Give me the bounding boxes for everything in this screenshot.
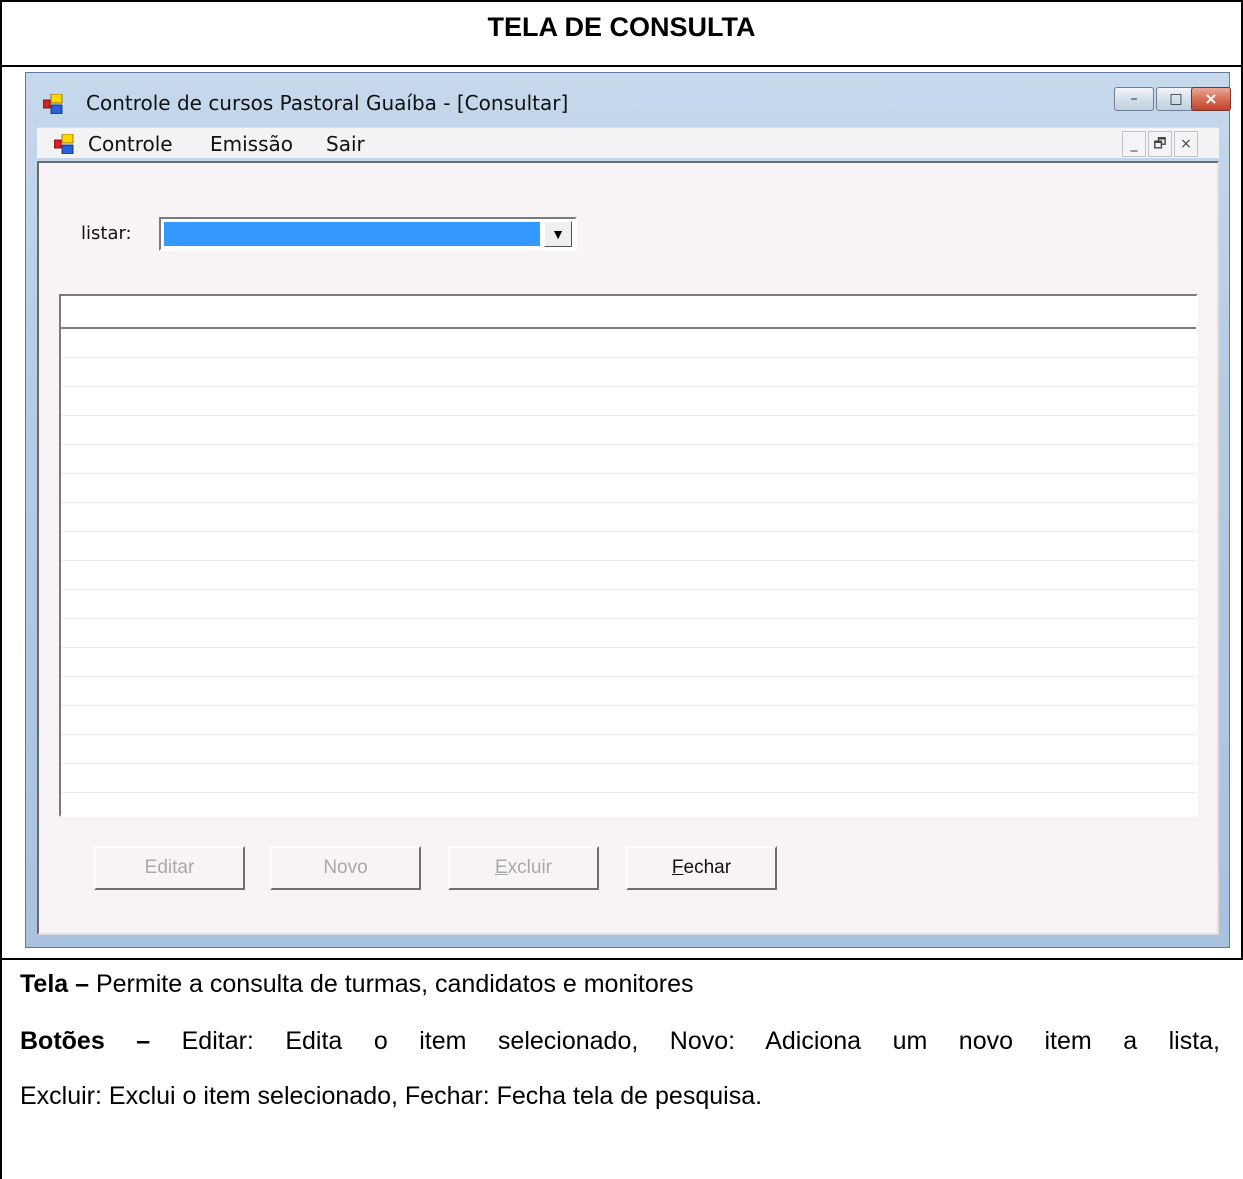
title-divider	[0, 65, 1243, 67]
window-title: Controle de cursos Pastoral Guaíba - [Co…	[86, 91, 569, 115]
botoes-description-label: Botões –	[20, 1027, 151, 1055]
listar-selected-value	[164, 222, 540, 246]
botoes-description-text: Editar: Edita o item selecionado, Novo: …	[150, 1027, 1220, 1055]
listar-combobox[interactable]: ▼	[159, 217, 577, 251]
menu-bar: Controle Emissão Sair _ 🗗 ×	[37, 127, 1219, 158]
botoes-description: Botões – Editar: Edita o item selecionad…	[20, 1027, 1220, 1056]
maximize-icon: □	[1169, 91, 1183, 107]
close-icon: ×	[1204, 89, 1218, 108]
editar-button[interactable]: Editar	[94, 846, 245, 890]
grid-body[interactable]	[61, 329, 1196, 815]
mdi-child-icon[interactable]	[54, 134, 74, 154]
app-icon	[43, 94, 63, 114]
application-window: Controle de cursos Pastoral Guaíba - [Co…	[25, 72, 1231, 948]
document-title: TELA DE CONSULTA	[487, 12, 756, 42]
mdi-restore-button[interactable]: 🗗	[1148, 131, 1172, 157]
window-minimize-button[interactable]: –	[1114, 87, 1154, 111]
consultar-form: listar: ▼ Editar Novo Excluir Fechar	[37, 161, 1219, 935]
mdi-minimize-button[interactable]: _	[1122, 131, 1146, 157]
results-grid[interactable]	[59, 294, 1198, 817]
fechar-button[interactable]: Fechar	[626, 846, 777, 890]
novo-button[interactable]: Novo	[270, 846, 421, 890]
botoes-description-continued: Excluir: Exclui o item selecionado, Fech…	[20, 1082, 763, 1110]
minimize-icon: –	[1130, 91, 1138, 107]
menu-item-controle[interactable]: Controle	[88, 132, 173, 156]
section-divider	[0, 958, 1243, 960]
tela-description-label: Tela –	[20, 970, 90, 998]
excluir-button[interactable]: Excluir	[448, 846, 599, 890]
document-border-top	[0, 0, 1243, 2]
grid-header	[61, 296, 1196, 329]
mdi-close-button[interactable]: ×	[1174, 131, 1198, 157]
tela-description: Tela – Permite a consulta de turmas, can…	[20, 970, 1220, 999]
menu-item-emissao[interactable]: Emissão	[210, 132, 293, 156]
listar-label: listar:	[81, 223, 132, 244]
document-border-left	[0, 0, 2, 1179]
menu-item-sair[interactable]: Sair	[326, 132, 365, 156]
tela-description-text: Permite a consulta de turmas, candidatos…	[89, 970, 694, 998]
window-close-button[interactable]: ×	[1191, 87, 1231, 111]
window-maximize-button[interactable]: □	[1156, 87, 1196, 111]
dropdown-arrow-icon[interactable]: ▼	[544, 221, 572, 247]
